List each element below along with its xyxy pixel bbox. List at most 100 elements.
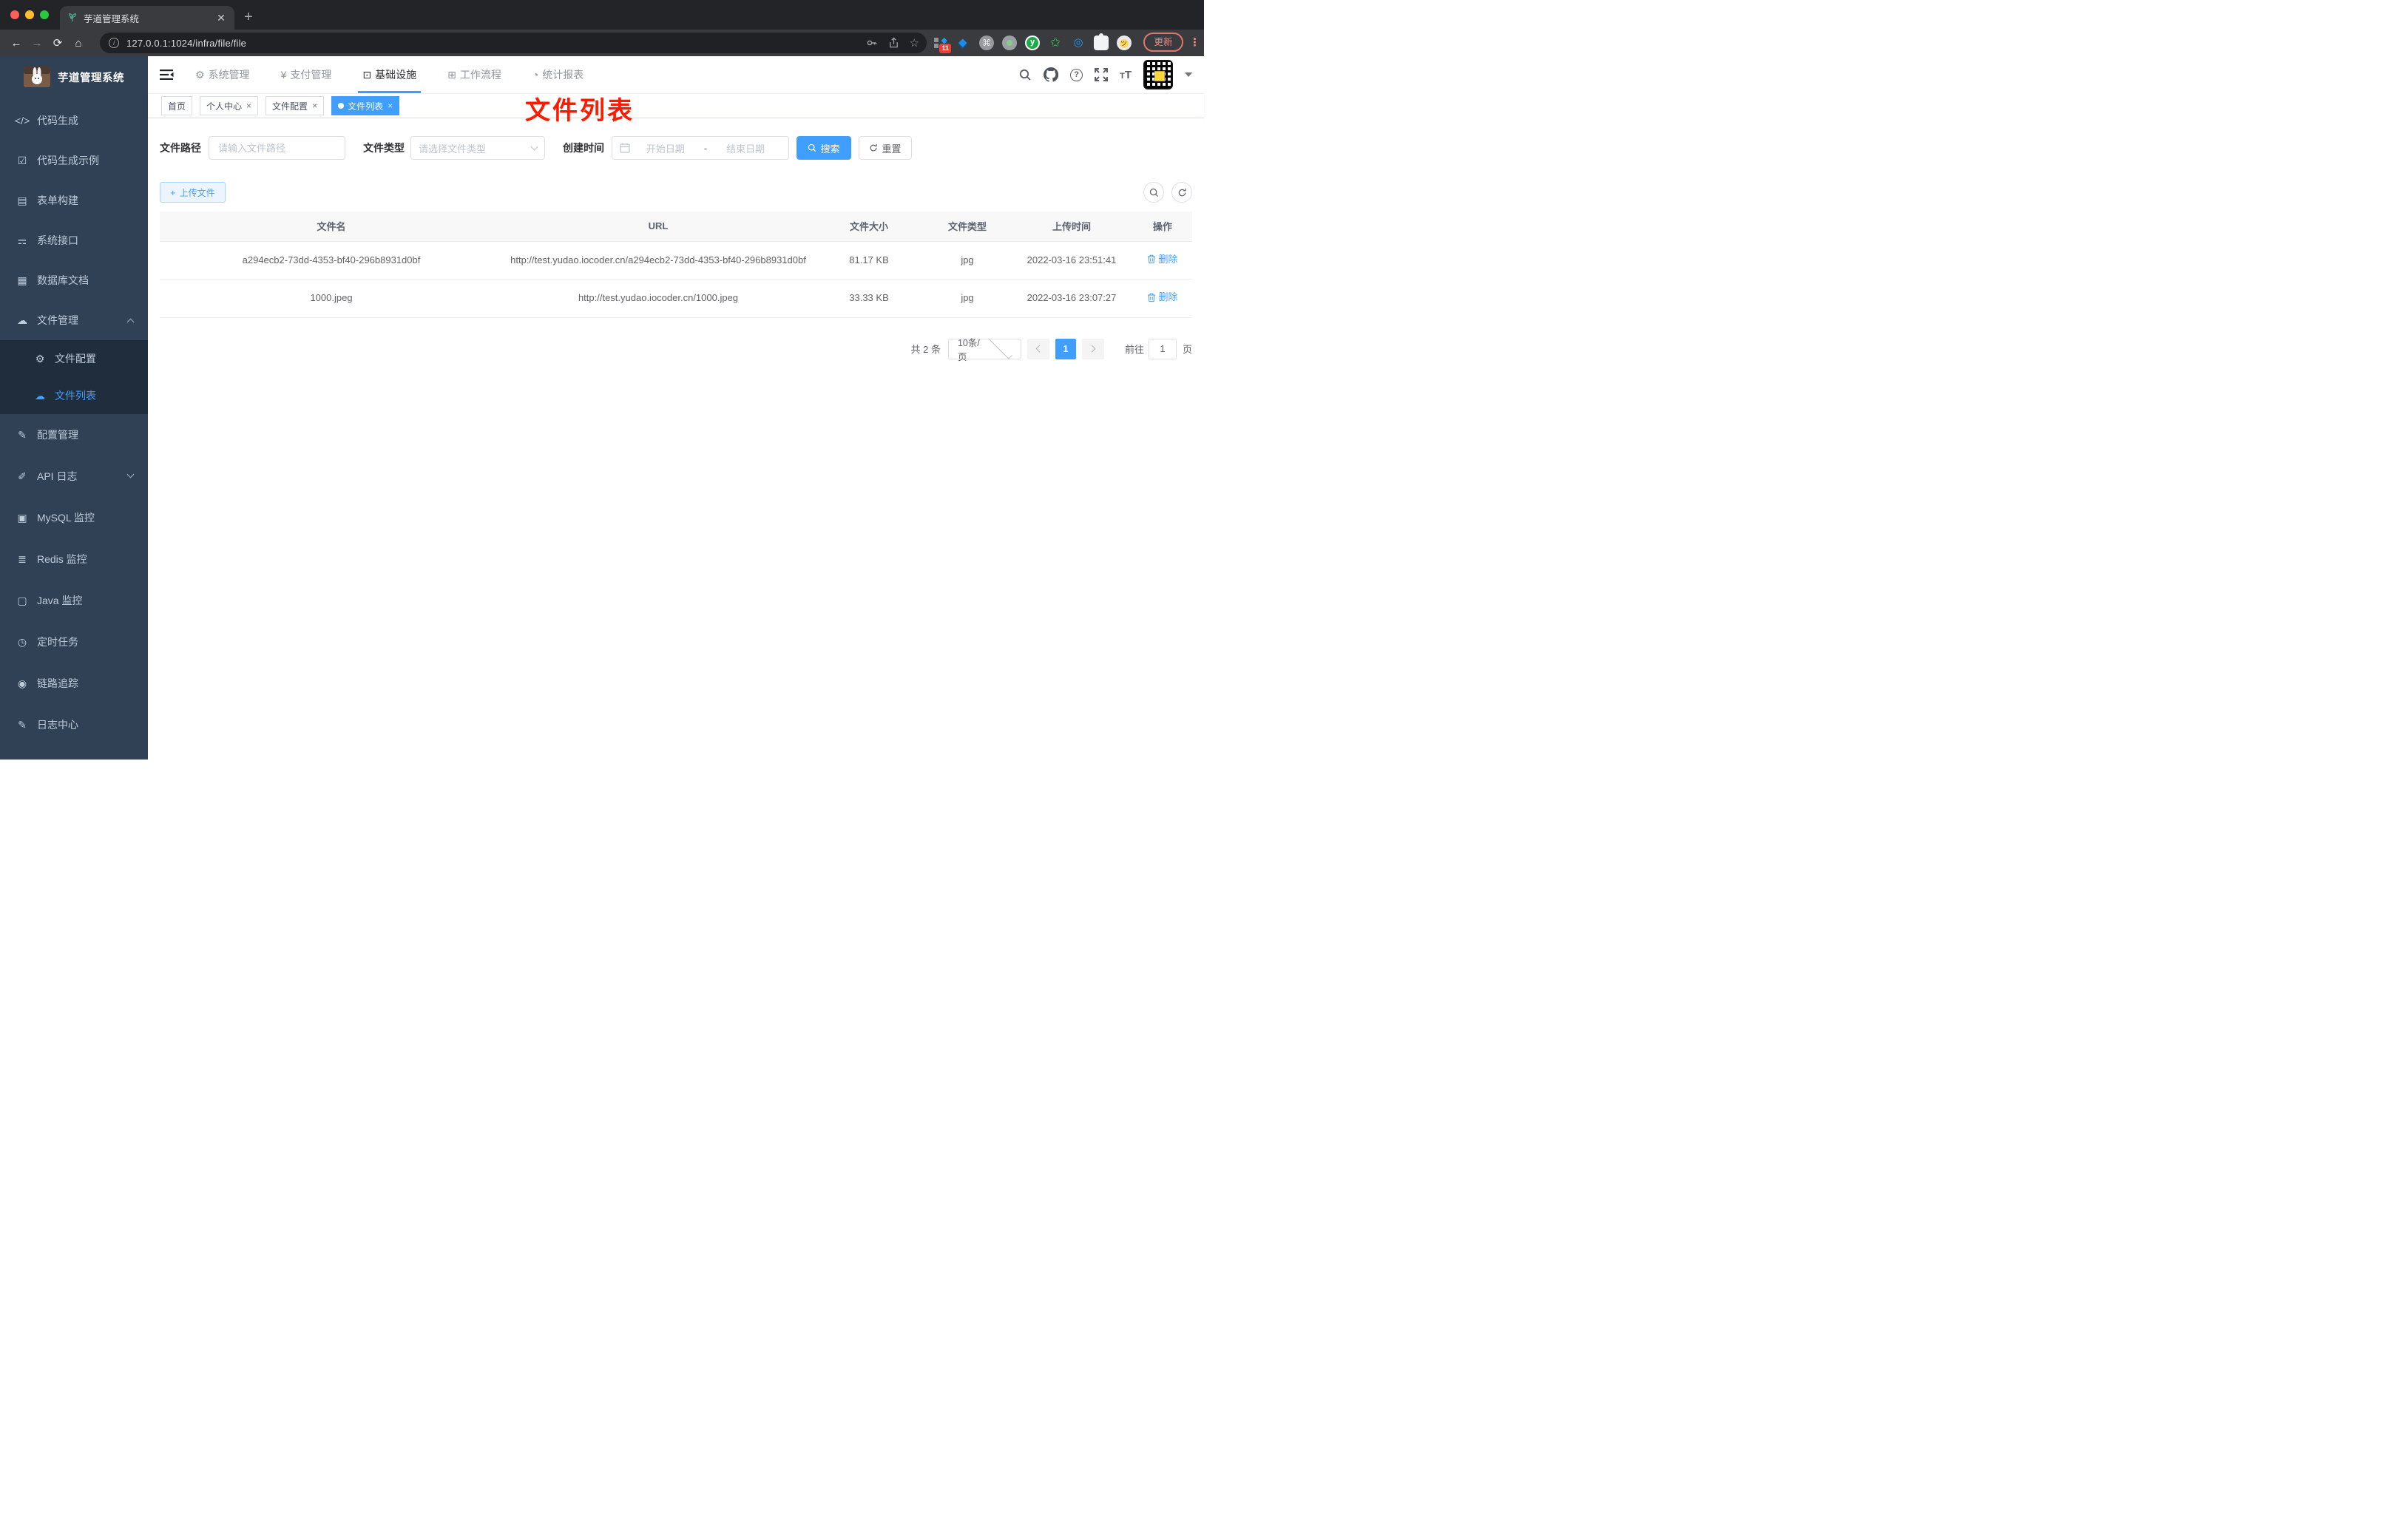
- window-close-button[interactable]: [10, 10, 19, 19]
- sidebar-item-定时任务[interactable]: ◷ 定时任务: [0, 621, 148, 663]
- date-range-picker[interactable]: 开始日期 - 结束日期: [612, 136, 789, 160]
- search-button[interactable]: 搜索: [797, 136, 851, 160]
- sidebar-menu: </> 代码生成 ☑ 代码生成示例 ▤ 表单构建 ⚎ 系统接口 ▦ 数据库文档 …: [0, 101, 148, 745]
- start-date-placeholder: 开始日期: [646, 143, 685, 155]
- toggle-search-button[interactable]: [1143, 182, 1164, 203]
- tags-view-bar: 首页 个人中心 × 文件配置 × 文件列表 ×: [148, 93, 1204, 118]
- tag-个人中心[interactable]: 个人中心 ×: [200, 96, 259, 115]
- help-icon[interactable]: ?: [1070, 68, 1083, 81]
- goto-page-suffix: 页: [1182, 344, 1192, 355]
- extensions-puzzle-icon[interactable]: [1094, 33, 1109, 50]
- gear-icon: ⚙: [35, 352, 45, 365]
- user-avatar-qr[interactable]: [1143, 60, 1173, 89]
- eye-extension-icon[interactable]: ◎: [1071, 35, 1086, 50]
- tag-首页[interactable]: 首页: [161, 96, 193, 115]
- page-number-button[interactable]: 1: [1055, 338, 1076, 359]
- next-page-button[interactable]: [1081, 338, 1104, 359]
- command-extension-icon[interactable]: ⌘: [979, 35, 994, 50]
- tab-close-icon[interactable]: ✕: [215, 12, 227, 24]
- table-header-row: 文件名 URL 文件大小 文件类型 上传时间 操作: [160, 212, 1192, 242]
- file-path-input[interactable]: [209, 136, 345, 160]
- sliders-icon: ⚎: [17, 234, 27, 246]
- new-tab-button[interactable]: +: [244, 7, 253, 27]
- site-info-icon[interactable]: i: [109, 38, 119, 48]
- file-table: 文件名 URL 文件大小 文件类型 上传时间 操作 a294ecb2-73dd-4353-…: [160, 212, 1192, 318]
- password-key-icon[interactable]: [866, 37, 878, 49]
- address-bar[interactable]: i 127.0.0.1:1024/infra/file/file ☆: [100, 33, 927, 53]
- close-icon[interactable]: ×: [312, 101, 317, 111]
- browser-tab[interactable]: 芋道管理系统 ✕: [60, 6, 234, 30]
- app-header: ⚙ 系统管理 ¥ 支付管理 ⊡ 基础设施 ⊞ 工作流程 ◔ 统计报表 ? TT: [148, 56, 1204, 93]
- sidebar-item-Redis 监控[interactable]: ≣ Redis 监控: [0, 538, 148, 580]
- y-extension-icon[interactable]: [1025, 35, 1040, 50]
- prev-page-button[interactable]: [1027, 338, 1049, 359]
- sidebar-item-表单构建[interactable]: ▤ 表单构建: [0, 180, 148, 220]
- reset-button[interactable]: 重置: [859, 136, 912, 160]
- sidebar-item-MySQL 监控[interactable]: ▣ MySQL 监控: [0, 497, 148, 538]
- refresh-icon: [870, 143, 878, 152]
- kite-extension-icon[interactable]: [956, 35, 971, 50]
- tag-文件列表[interactable]: 文件列表 ×: [331, 96, 400, 115]
- tag-文件配置[interactable]: 文件配置 ×: [266, 96, 325, 115]
- delete-button[interactable]: 删除: [1147, 251, 1178, 268]
- file-type-select[interactable]: 请选择文件类型: [410, 136, 545, 160]
- top-nav-支付管理[interactable]: ¥ 支付管理: [277, 56, 336, 93]
- chevron-up-icon: [126, 318, 135, 326]
- sidebar-item-文件管理[interactable]: ☁ 文件管理: [0, 300, 148, 340]
- table-grid-icon: ▦: [17, 274, 27, 286]
- schedule-icon: ◷: [17, 635, 27, 648]
- chrome-update-button[interactable]: 更新: [1143, 33, 1183, 52]
- home-button[interactable]: ⌂: [68, 37, 89, 50]
- window-zoom-button[interactable]: [40, 10, 49, 19]
- fullscreen-icon[interactable]: [1095, 68, 1109, 81]
- sidebar-item-系统接口[interactable]: ⚎ 系统接口: [0, 220, 148, 260]
- upload-file-button[interactable]: + 上传文件: [160, 182, 226, 203]
- font-size-icon[interactable]: TT: [1120, 69, 1132, 81]
- end-date-placeholder: 结束日期: [726, 143, 765, 155]
- sidebar-item-链路追踪[interactable]: ◉ 链路追踪: [0, 663, 148, 704]
- page-size-select[interactable]: 10条/页: [947, 335, 1021, 362]
- create-time-label: 创建时间: [563, 142, 604, 154]
- sidebar-item-日志中心[interactable]: ✎ 日志中心: [0, 704, 148, 745]
- top-nav-基础设施[interactable]: ⊡ 基础设施: [358, 56, 422, 93]
- search-icon: [808, 143, 816, 152]
- share-icon[interactable]: [888, 37, 899, 49]
- goto-page-input[interactable]: [1148, 338, 1177, 359]
- close-icon[interactable]: ×: [246, 101, 251, 111]
- refresh-table-button[interactable]: [1171, 182, 1192, 203]
- forward-button[interactable]: →: [27, 37, 47, 50]
- sidebar-item-文件配置[interactable]: ⚙ 文件配置: [0, 340, 148, 377]
- sidebar-item-Java 监控[interactable]: ▢ Java 监控: [0, 580, 148, 621]
- chrome-menu-icon[interactable]: ⋮: [1189, 35, 1200, 49]
- smiley-extension-icon[interactable]: [1117, 35, 1132, 50]
- sidebar-collapse-icon[interactable]: [160, 69, 175, 81]
- edit-icon: ✎: [18, 428, 27, 441]
- window-minimize-button[interactable]: [25, 10, 34, 19]
- sidebar-item-代码生成[interactable]: </> 代码生成: [0, 101, 148, 141]
- pinned-extension-icon[interactable]: 11: [933, 35, 951, 53]
- bookmark-star-icon[interactable]: ☆: [910, 36, 919, 50]
- star-extension-icon[interactable]: ✩: [1048, 35, 1063, 50]
- sidebar-item-API 日志[interactable]: ✐ API 日志: [0, 456, 148, 497]
- monitor-chart-icon: ▣: [17, 511, 27, 524]
- chevron-down-icon: [530, 143, 538, 150]
- delete-button[interactable]: 删除: [1147, 289, 1178, 305]
- back-button[interactable]: ←: [6, 37, 27, 50]
- sidebar-item-代码生成示例[interactable]: ☑ 代码生成示例: [0, 141, 148, 180]
- top-nav-工作流程[interactable]: ⊞ 工作流程: [443, 56, 506, 93]
- search-icon[interactable]: [1018, 68, 1032, 81]
- top-nav-统计报表[interactable]: ◔ 统计报表: [528, 56, 588, 93]
- file-type-label: 文件类型: [363, 142, 405, 154]
- sidebar-item-配置管理[interactable]: ✎ 配置管理: [0, 414, 148, 456]
- chevron-down-icon[interactable]: [1185, 72, 1192, 77]
- dot-extension-icon[interactable]: [1002, 35, 1017, 50]
- github-icon[interactable]: [1044, 67, 1059, 82]
- close-icon[interactable]: ×: [388, 101, 393, 111]
- logo-row[interactable]: 芋道管理系统: [0, 56, 148, 98]
- sidebar-item-文件列表[interactable]: ☁ 文件列表: [0, 377, 148, 414]
- code-icon: </>: [15, 115, 30, 126]
- sidebar-item-数据库文档[interactable]: ▦ 数据库文档: [0, 260, 148, 300]
- column-header-上传时间: 上传时间: [1010, 212, 1133, 242]
- reload-button[interactable]: ⟳: [47, 36, 68, 50]
- top-nav-系统管理[interactable]: ⚙ 系统管理: [191, 56, 254, 93]
